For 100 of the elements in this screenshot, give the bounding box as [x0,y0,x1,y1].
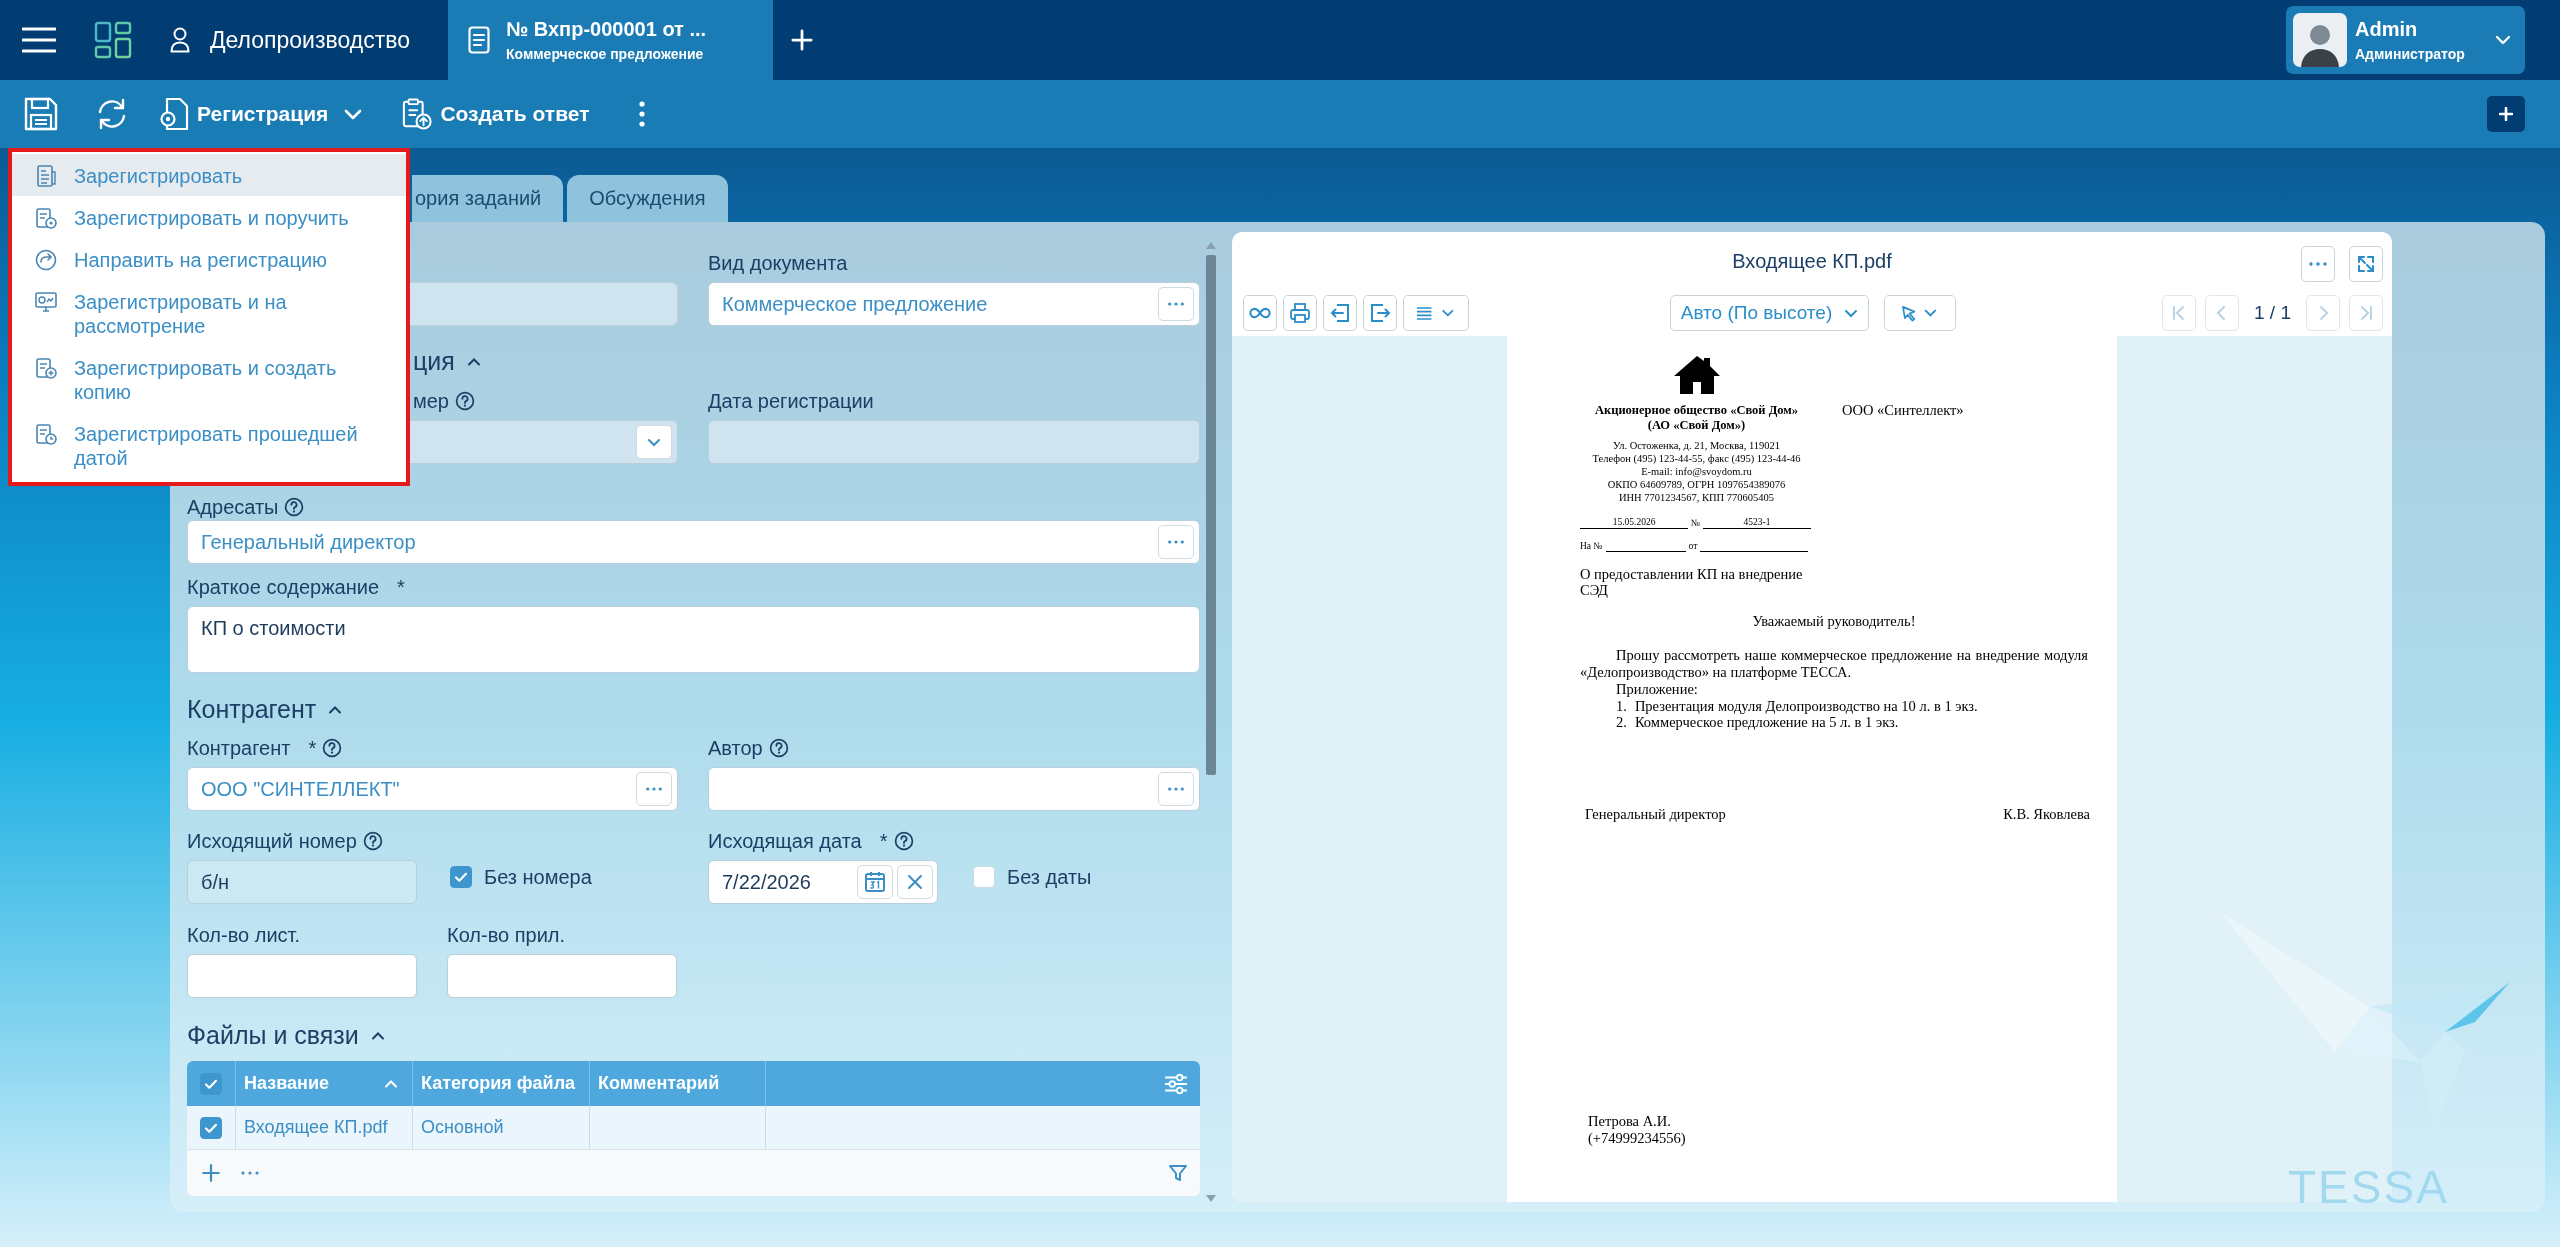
user-menu[interactable]: Admin Администратор [2286,6,2525,74]
help-icon[interactable] [893,831,914,851]
organization-detail: Телефон (495) 123-44-55, факс (495) 123-44-46 [1592,452,1801,465]
add-button[interactable] [2487,96,2525,132]
document-gear-icon [159,97,189,131]
fullscreen-button[interactable] [2349,246,2383,282]
more-icon[interactable] [241,1171,259,1175]
menu-item[interactable]: Направить на регистрацию [12,238,406,280]
menu-item[interactable]: Зарегистрировать [12,154,406,196]
required-mark: * [308,736,317,760]
checkbox[interactable] [200,1116,222,1139]
organization-detail: ОКПО 64609789, ОГРН 1097654389076 [1607,478,1786,491]
required-mark: * [397,575,405,599]
dashboard-icon[interactable] [94,21,132,59]
required-mark: * [879,829,888,853]
section-title: Контрагент [187,694,317,724]
card-tab[interactable]: Обсуждения [567,175,728,222]
print-button[interactable] [1283,295,1317,331]
summary-field[interactable]: КП о стоимости [187,606,1200,673]
zoom-mode-dropdown[interactable]: Авто (По высоте) [1669,295,1870,331]
organization-detail: ИНН 7701234567, КПП 770605405 [1618,491,1775,504]
registration-button[interactable]: Регистрация [159,92,363,136]
link-button[interactable] [1243,295,1277,331]
executor-phone: (+74999234556) [1588,1129,1687,1147]
field-label: Краткое содержание [187,575,380,599]
field-label: Дата регистрации [708,389,874,413]
more-icon [1167,539,1185,545]
first-page-icon [2171,305,2187,321]
document-number: 4523-1 [1703,516,1812,529]
attachments-title: Приложение: [1615,681,1699,698]
clear-button[interactable] [897,865,933,899]
document-kind-field[interactable]: Коммерческое предложение [708,282,1200,326]
attachment-count-field[interactable] [447,954,677,998]
menu-item[interactable]: Зарегистрировать и создать копию [12,346,406,412]
help-icon[interactable] [284,497,305,517]
checkbox[interactable] [200,1072,222,1095]
organization-name: Акционерное общество «Свой Дом» [1594,403,1799,418]
settings-icon[interactable] [1164,1071,1188,1096]
user-name: Admin [2355,18,2419,41]
signer-position: Генеральный директор [1585,805,1726,823]
addressees-field[interactable]: Генеральный директор [187,520,1200,564]
more-button[interactable] [2301,246,2335,282]
collapse-icon[interactable] [328,704,343,714]
document-tab[interactable]: № Вхпр-000001 от ... Коммерческое предложение [447,0,773,80]
collapse-icon[interactable] [466,356,481,366]
checkbox-label: Без даты [1007,865,1092,889]
document-date: 15.05.2026 [1580,516,1688,529]
menu-item[interactable]: Зарегистрировать прошедшей датой [12,412,406,478]
scroll-down-icon[interactable] [1206,1195,1216,1202]
section-title: Файлы и связи [187,1020,359,1050]
create-reply-button[interactable]: Создать ответ [402,92,590,136]
module-button[interactable]: Делопроизводство [170,10,410,70]
more-icon [2309,262,2327,266]
organization-short-name: (АО «Свой Дом») [1647,418,1746,433]
add-icon[interactable] [201,1163,221,1183]
tab-title: № Вхпр-000001 от ... [505,18,707,41]
tab-subtitle: Коммерческое предложение [505,46,705,62]
checkbox[interactable] [450,866,472,888]
letter-subject: О предоставлении КП на внедрение СЭД [1580,566,1804,598]
more-icon [645,786,663,792]
cursor-dropdown[interactable] [1884,295,1957,331]
field-label: Исходящая дата [708,829,862,853]
exit-button[interactable] [1323,295,1357,331]
field-label: Контрагент [187,736,291,760]
collapse-icon[interactable] [370,1030,385,1040]
scrollbar-thumb[interactable] [1206,255,1216,775]
outgoing-number-field[interactable]: б/н [187,860,417,904]
chevron-down-icon [2495,35,2511,45]
reference-date-label: от [1688,540,1698,552]
registration-date-field[interactable] [708,420,1200,464]
number-label: № [1691,517,1701,529]
share-button[interactable] [1363,295,1397,331]
lines-caret-icon [1416,305,1456,321]
counterparty-field[interactable]: ООО "СИНТЕЛЛЕКТ" [187,767,678,811]
avatar-icon [2293,13,2347,67]
calendar-button[interactable] [857,865,893,899]
menu-icon[interactable] [22,26,56,54]
chevron-down-icon [1844,308,1859,318]
more-icon [1167,301,1185,307]
card-tab[interactable]: ория заданий [412,175,564,222]
organization-detail: Ул. Остоженка, д. 21, Москва, 119021 [1612,439,1781,452]
author-field[interactable] [708,767,1200,811]
file-name-cell[interactable]: Входящее КП.pdf [236,1106,413,1149]
help-icon[interactable] [322,738,343,758]
filter-icon[interactable] [1168,1163,1188,1183]
add-tab-icon[interactable] [790,29,813,51]
arrow-out-icon [1369,302,1391,324]
help-icon[interactable] [768,738,789,758]
layout-dropdown[interactable] [1403,295,1469,331]
document-icon [467,26,490,54]
date-field[interactable]: 7/22/2026 [708,860,938,904]
sheet-count-field[interactable] [187,954,417,998]
save-icon[interactable] [24,97,58,131]
dropdown-button[interactable] [636,425,672,459]
help-icon[interactable] [362,831,383,851]
help-icon[interactable] [455,391,475,411]
menu-item[interactable]: Зарегистрировать и поручить [12,196,406,238]
more-vertical-icon[interactable] [639,101,646,127]
infinity-icon [1249,307,1271,319]
menu-item[interactable]: Зарегистрировать и на рассмотрение [12,280,406,346]
